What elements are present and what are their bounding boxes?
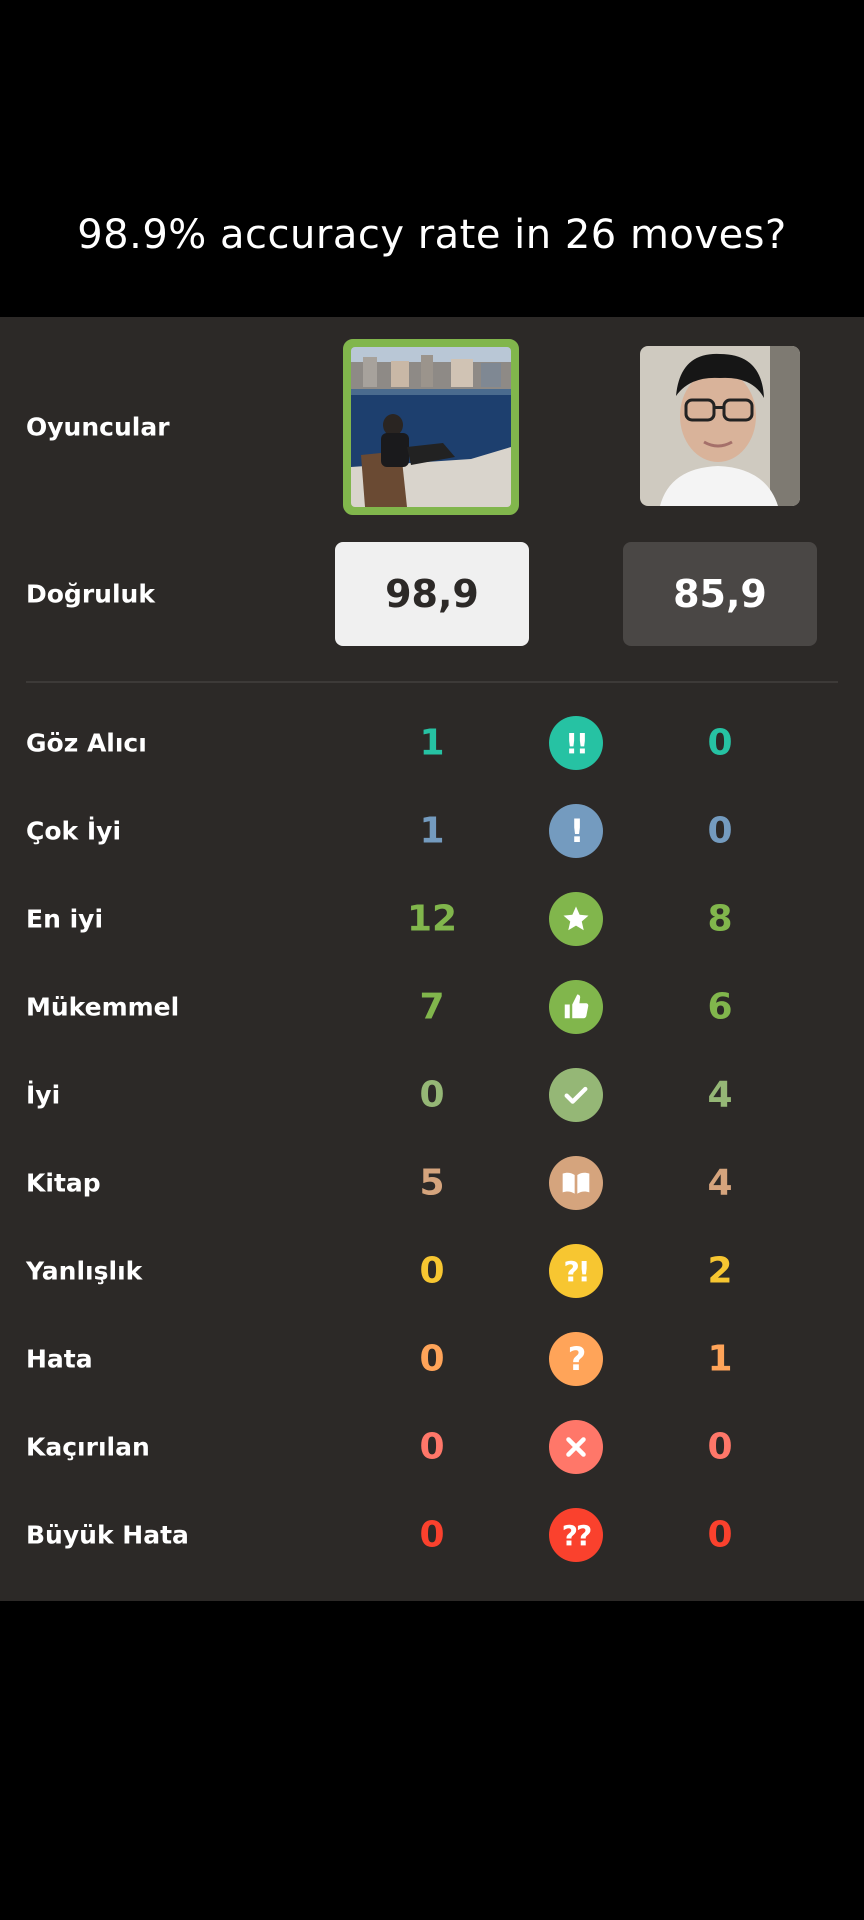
stat-label: Göz Alıcı (26, 728, 147, 758)
great-icon[interactable]: ! (549, 804, 603, 858)
stat-label: Kaçırılan (26, 1432, 150, 1462)
player2-accuracy: 85,9 (623, 542, 817, 646)
player2-stat-count: 8 (707, 898, 733, 940)
player1-stat-count: 0 (419, 1514, 445, 1556)
brilliant-icon[interactable]: !! (549, 716, 603, 770)
divider (26, 681, 838, 683)
player2-avatar[interactable] (640, 346, 800, 506)
player2-stat-count: 0 (707, 722, 733, 764)
player1-stat-count: 0 (419, 1426, 445, 1468)
badge-symbol: ?! (563, 1254, 590, 1288)
stat-label: Yanlışlık (26, 1256, 143, 1286)
player1-stat-count: 0 (419, 1338, 445, 1380)
excellent-thumb-icon[interactable] (549, 980, 603, 1034)
blunder-icon[interactable]: ?? (549, 1508, 603, 1562)
mistake-icon[interactable]: ? (549, 1332, 603, 1386)
players-label: Oyuncular (26, 412, 170, 442)
player2-stat-count: 6 (707, 986, 733, 1028)
player1-stat-count: 0 (419, 1250, 445, 1292)
player1-stat-count: 0 (419, 1074, 445, 1116)
miss-x-icon[interactable] (549, 1420, 603, 1474)
player1-stat-count: 5 (419, 1162, 445, 1204)
accuracy-label: Doğruluk (26, 579, 155, 609)
inaccuracy-icon[interactable]: ?! (549, 1244, 603, 1298)
stat-label: İyi (26, 1080, 61, 1110)
badge-symbol: ?? (561, 1518, 593, 1552)
player2-photo (640, 346, 800, 506)
stat-label: Büyük Hata (26, 1520, 189, 1550)
video-caption: 98.9% accuracy rate in 26 moves? (77, 212, 787, 258)
player1-accuracy: 98,9 (335, 542, 529, 646)
player1-stat-count: 1 (419, 810, 445, 852)
player2-stat-count: 0 (707, 1514, 733, 1556)
good-check-icon[interactable] (549, 1068, 603, 1122)
player1-stat-count: 1 (419, 722, 445, 764)
stat-label: Mükemmel (26, 992, 180, 1022)
badge-symbol: ! (569, 812, 585, 850)
stat-label: Çok İyi (26, 816, 122, 846)
book-icon[interactable] (549, 1156, 603, 1210)
stat-label: Kitap (26, 1168, 101, 1198)
badge-symbol: !! (565, 726, 589, 760)
player1-avatar[interactable] (343, 339, 519, 515)
player2-stat-count: 0 (707, 810, 733, 852)
player2-stat-count: 4 (707, 1074, 733, 1116)
best-star-icon[interactable] (549, 892, 603, 946)
player1-stat-count: 12 (406, 898, 458, 940)
player1-photo (351, 347, 511, 507)
player1-stat-count: 7 (419, 986, 445, 1028)
badge-symbol: ? (567, 1340, 587, 1378)
stat-label: Hata (26, 1344, 93, 1374)
stat-label: En iyi (26, 904, 104, 934)
player2-stat-count: 1 (707, 1338, 733, 1380)
player2-stat-count: 2 (707, 1250, 733, 1292)
player2-stat-count: 4 (707, 1162, 733, 1204)
player2-stat-count: 0 (707, 1426, 733, 1468)
